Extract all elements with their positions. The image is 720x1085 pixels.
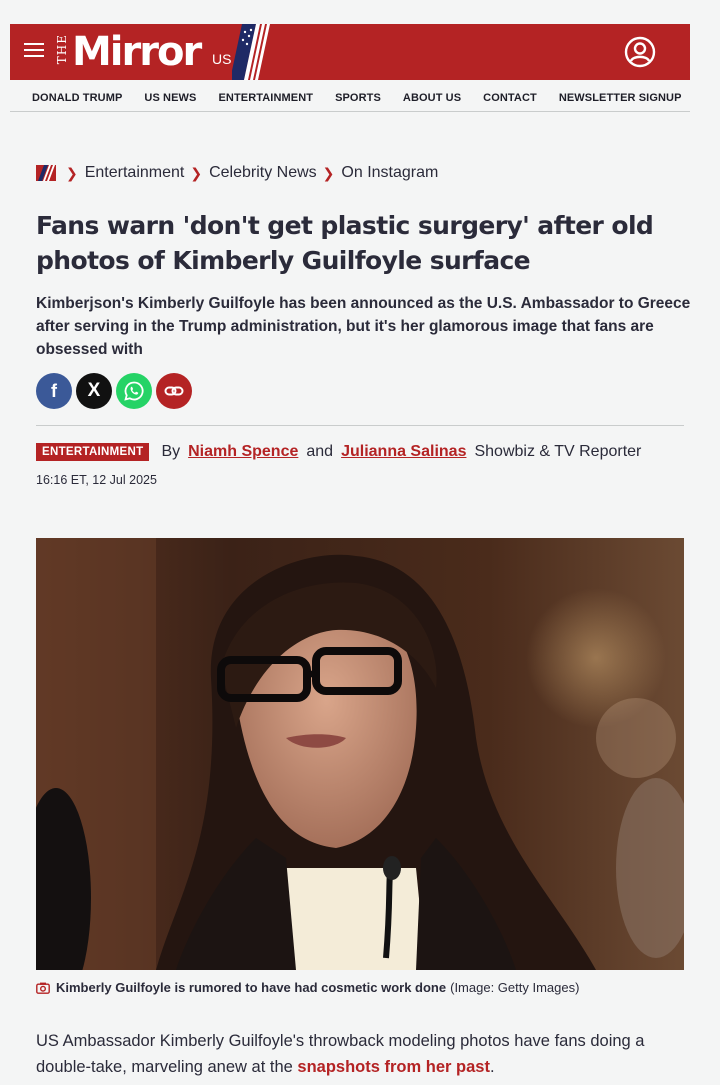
chevron-right-icon: ❯ [66,164,78,181]
image-credit: (Image: Getty Images) [450,980,580,995]
article-headline: Fans warn 'don't get plastic surgery' af… [36,211,654,275]
account-icon[interactable] [624,36,656,68]
x-share-button[interactable]: X [76,373,112,409]
hero-photo-illustration [36,538,684,970]
author-link-niamh-spence[interactable]: Niamh Spence [188,443,298,461]
caption-text: Kimberly Guilfoyle is rumored to have ha… [56,980,447,995]
camera-icon [36,982,50,994]
author-link-julianna-salinas[interactable]: Julianna Salinas [341,443,466,461]
mirror-logo[interactable]: THE Mirror US [55,24,271,80]
x-icon: X [87,380,101,401]
breadcrumb-on-instagram[interactable]: On Instagram [341,164,438,182]
hero-image[interactable] [36,538,684,970]
facebook-icon: f [51,380,57,401]
nav-sports[interactable]: SPORTS [335,84,381,111]
logo-the: THE [55,34,69,65]
nav-entertainment[interactable]: ENTERTAINMENT [218,84,313,111]
breadcrumb: ❯ Entertainment ❯ Celebrity News ❯ On In… [36,162,438,184]
menu-icon[interactable] [24,43,44,59]
home-logo-icon[interactable] [36,163,56,183]
chevron-right-icon: ❯ [190,164,203,181]
flag-stripes-icon [232,24,270,80]
article-body-paragraph: US Ambassador Kimberly Guilfoyle's throw… [36,1028,686,1080]
author-role: Showbiz & TV Reporter [474,443,642,460]
category-tag[interactable]: ENTERTAINMENT [36,443,150,461]
facebook-share-button[interactable]: f [36,373,72,409]
article-standfirst: Kimberjson's Kimberly Guilfoyle has been… [36,295,691,358]
breadcrumb-celebrity-news[interactable]: Celebrity News [209,164,317,182]
chevron-right-icon: ❯ [322,164,335,181]
byline: ENTERTAINMENT By Niamh Spence and Julian… [36,443,641,461]
image-caption: Kimberly Guilfoyle is rumored to have ha… [36,980,579,995]
body-text-end: . [489,1058,495,1076]
breadcrumb-entertainment[interactable]: Entertainment [85,164,185,182]
whatsapp-icon [124,381,144,401]
logo-edition: US [212,51,232,67]
masthead: THE Mirror US [10,24,690,80]
snapshots-link[interactable]: snapshots from her past [297,1058,490,1076]
nav-about-us[interactable]: ABOUT US [403,84,461,111]
share-bar: f X [36,373,196,409]
copy-link-button[interactable] [156,373,192,409]
byline-by: By [161,443,181,460]
nav-contact[interactable]: CONTACT [483,84,537,111]
publish-timestamp: 16:16 ET, 12 Jul 2025 [36,473,157,487]
divider [36,425,684,426]
nav-newsletter-signup[interactable]: NEWSLETTER SIGNUP [559,84,682,111]
byline-and: and [306,443,334,460]
logo-name: Mirror [72,29,202,75]
top-navigation: DONALD TRUMP US NEWS ENTERTAINMENT SPORT… [10,84,690,112]
link-icon [164,386,184,396]
nav-donald-trump[interactable]: DONALD TRUMP [32,84,122,111]
nav-us-news[interactable]: US NEWS [144,84,196,111]
whatsapp-share-button[interactable] [116,373,152,409]
